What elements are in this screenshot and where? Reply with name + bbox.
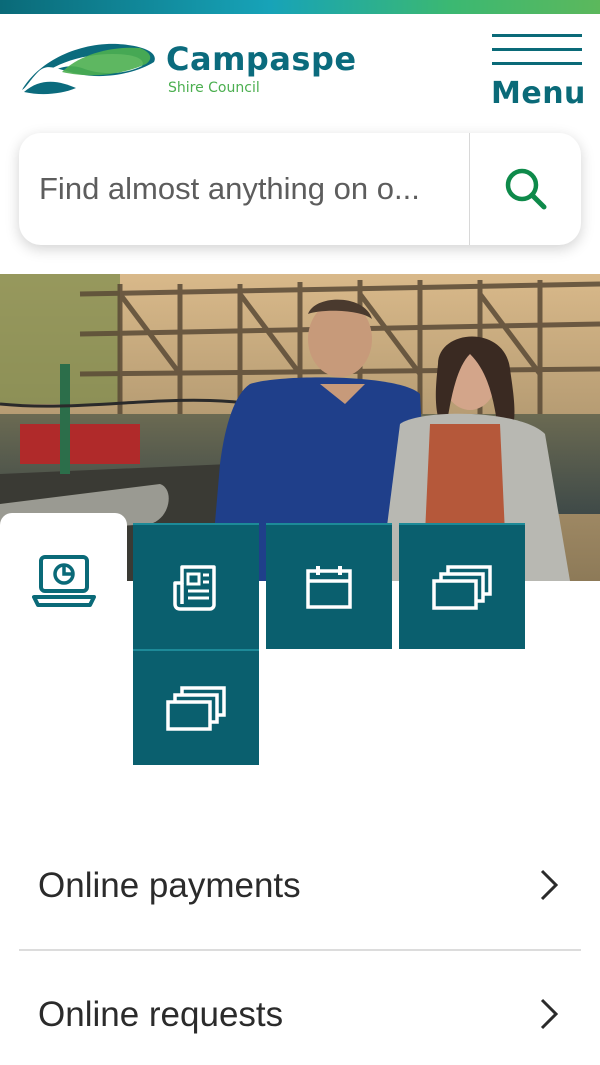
search-input[interactable]: [19, 133, 469, 245]
stacked-pages-icon: [166, 686, 226, 731]
search-icon: [505, 168, 546, 210]
link-label: Online requests: [38, 995, 284, 1034]
newspaper-icon: [173, 565, 216, 611]
logo-subtitle: Shire Council: [168, 80, 260, 96]
tile-stacked-pages-2[interactable]: [133, 649, 259, 765]
site-header: Campaspe Shire Council Menu: [0, 14, 600, 124]
stacked-pages-icon: [432, 565, 492, 610]
hamburger-line: [492, 48, 582, 51]
calendar-icon: [306, 566, 352, 609]
hamburger-line: [492, 34, 582, 37]
search-button[interactable]: [470, 133, 581, 245]
top-accent-bar: [0, 0, 600, 14]
laptop-chart-icon: [31, 555, 96, 607]
link-label: Online payments: [38, 866, 301, 905]
tile-stacked-pages-1[interactable]: [399, 523, 525, 649]
link-online-requests[interactable]: Online requests: [19, 951, 581, 1065]
chevron-right-icon: [540, 998, 559, 1030]
chevron-right-icon: [540, 869, 559, 901]
tile-news[interactable]: [133, 523, 259, 649]
campaspe-logo[interactable]: Campaspe Shire Council: [18, 32, 356, 102]
tile-laptop-chart[interactable]: [0, 513, 127, 649]
logo-title: Campaspe: [166, 40, 357, 78]
search-bar: [19, 133, 581, 245]
logo-mark-icon: [22, 43, 155, 95]
menu-button[interactable]: Menu: [488, 32, 586, 114]
hamburger-line: [492, 62, 582, 65]
menu-label: Menu: [491, 76, 586, 111]
link-online-payments[interactable]: Online payments: [19, 822, 581, 950]
tile-calendar[interactable]: [266, 523, 392, 649]
